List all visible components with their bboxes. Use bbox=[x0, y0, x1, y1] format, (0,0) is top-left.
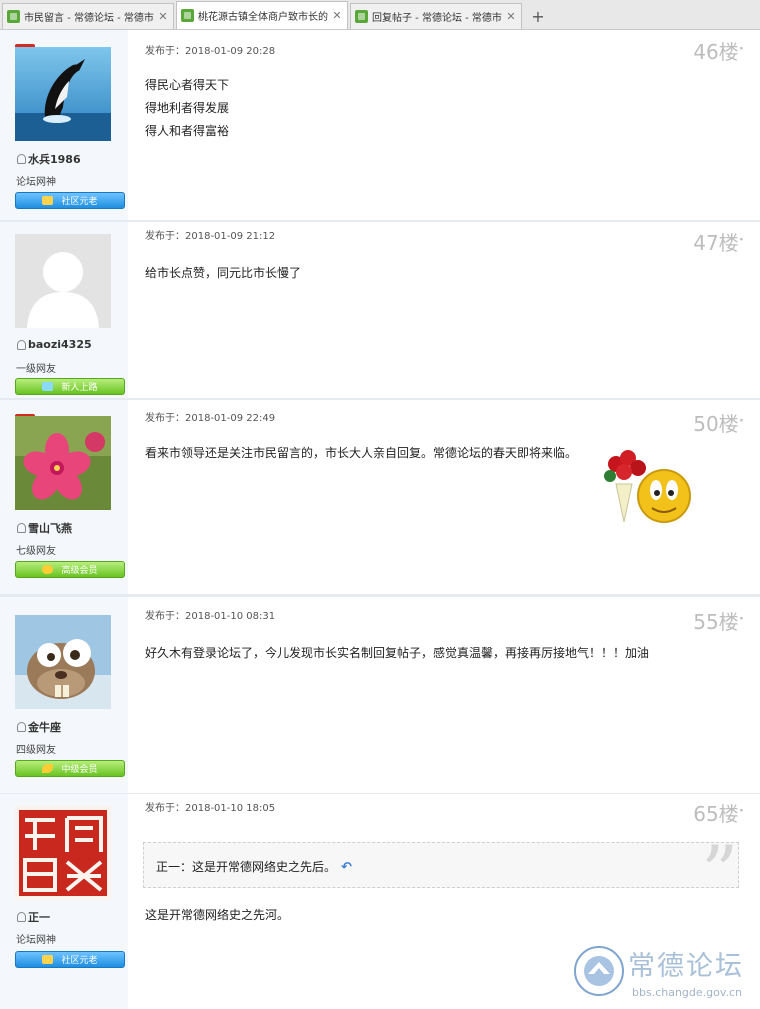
medal-badge: 社区元老 bbox=[15, 192, 125, 209]
close-icon[interactable]: ✕ bbox=[505, 10, 517, 23]
post-main: 发布于：2018-01-10 08:31 55楼• 好久木有登录论坛了，今儿发现… bbox=[128, 597, 760, 793]
post-line: 给市长点赞，同元比市长慢了 bbox=[145, 266, 302, 280]
post-line: 得民心者得天下 bbox=[145, 78, 230, 92]
forum-post: baozi4325 一级网友 新人上路 发布于：2018-01-09 21:12… bbox=[0, 222, 760, 398]
user-level: 四级网友 bbox=[16, 745, 56, 756]
tab-taohuayuan-post[interactable]: 桃花源古镇全体商户致市长的一封 ✕ bbox=[176, 1, 348, 29]
post-content: 好久木有登录论坛了，今儿发现市长实名制回复帖子，感觉真温馨，再接再厉接地气！！！… bbox=[145, 642, 649, 665]
quote-text: 正一：这是开常德网络史之先后。 ↶ bbox=[156, 860, 352, 875]
user-icon bbox=[17, 722, 26, 732]
user-icon bbox=[17, 912, 26, 922]
floor-number[interactable]: 65楼• bbox=[693, 798, 744, 827]
forum-post: 水兵1986 论坛网神 社区元老 发布于：2018-01-09 20:28 46… bbox=[0, 30, 760, 220]
post-line: 好久木有登录论坛了，今儿发现市长实名制回复帖子，感觉真温馨，再接再厉接地气！！！… bbox=[145, 646, 650, 660]
avatar[interactable] bbox=[15, 806, 111, 900]
post-content: 给市长点赞，同元比市长慢了 bbox=[145, 262, 301, 285]
user-info-sidebar: 水兵1986 论坛网神 社区元老 bbox=[0, 30, 129, 220]
new-tab-button[interactable]: + bbox=[526, 3, 550, 29]
gem-icon bbox=[42, 955, 54, 964]
quote-block: 正一：这是开常德网络史之先后。 ↶ ” bbox=[143, 836, 739, 908]
quote-mark-icon: ” bbox=[701, 830, 738, 914]
floor-number[interactable]: 46楼• bbox=[693, 36, 744, 65]
tab-title: 桃花源古镇全体商户致市长的一封 bbox=[198, 12, 328, 23]
post-content: 这是开常德网络史之先河。 bbox=[145, 904, 289, 927]
watermark-title: 常德论坛 bbox=[628, 951, 744, 982]
user-level: 论坛网神 bbox=[16, 935, 56, 946]
user-icon bbox=[17, 523, 26, 533]
tab-title: 市民留言 - 常德论坛 - 常德市 bbox=[24, 13, 154, 24]
post-line: 得人和者得富裕 bbox=[145, 124, 230, 138]
forum-post: 金牛座 四级网友 中级会员 发布于：2018-01-10 08:31 55楼• … bbox=[0, 597, 760, 793]
user-info-sidebar: 雪山飞燕 七级网友 高级会员 bbox=[0, 400, 129, 594]
avatar[interactable] bbox=[15, 47, 111, 141]
user-icon bbox=[17, 154, 26, 164]
username[interactable]: 正一 bbox=[17, 909, 50, 925]
post-line: 看来市领导还是关注市民留言的，市长大人亲自回复。常德论坛的春天即将来临。 bbox=[145, 446, 578, 460]
forum-post: 雪山飞燕 七级网友 高级会员 发布于：2018-01-09 22:49 50楼•… bbox=[0, 400, 760, 594]
post-line: 这是开常德网络史之先河。 bbox=[145, 908, 290, 922]
avatar[interactable] bbox=[15, 416, 111, 510]
medal-badge: 新人上路 bbox=[15, 378, 125, 395]
user-icon bbox=[17, 339, 26, 350]
post-time: 发布于：2018-01-10 08:31 bbox=[145, 611, 276, 622]
gem-icon bbox=[42, 196, 54, 205]
tab-reply-post[interactable]: 回复帖子 - 常德论坛 - 常德市 ✕ bbox=[350, 3, 522, 29]
moon-icon bbox=[42, 764, 54, 773]
forum-favicon-icon bbox=[181, 9, 194, 22]
user-info-sidebar: 金牛座 四级网友 中级会员 bbox=[0, 597, 129, 793]
forum-favicon-icon bbox=[355, 10, 368, 23]
reply-arrow-icon[interactable]: ↶ bbox=[341, 860, 352, 875]
user-info-sidebar: baozi4325 一级网友 新人上路 bbox=[0, 222, 129, 398]
close-icon[interactable]: ✕ bbox=[331, 9, 343, 22]
medal-badge: 中级会员 bbox=[15, 760, 125, 777]
post-time: 发布于：2018-01-09 20:28 bbox=[145, 46, 276, 57]
floor-number[interactable]: 47楼• bbox=[693, 227, 744, 256]
username[interactable]: 雪山飞燕 bbox=[17, 520, 72, 536]
username[interactable]: 水兵1986 bbox=[17, 151, 81, 167]
browser-tab-bar: 市民留言 - 常德论坛 - 常德市 ✕ 桃花源古镇全体商户致市长的一封 ✕ 回复… bbox=[0, 0, 760, 30]
floor-number[interactable]: 50楼• bbox=[693, 408, 744, 437]
username[interactable]: 金牛座 bbox=[17, 719, 61, 735]
medal-badge: 社区元老 bbox=[15, 951, 125, 968]
tab-city-messages[interactable]: 市民留言 - 常德论坛 - 常德市 ✕ bbox=[2, 3, 174, 29]
diamond-icon bbox=[42, 382, 54, 391]
post-main: 发布于：2018-01-09 20:28 46楼• 得民心者得天下 得地利者得发… bbox=[128, 30, 760, 220]
avatar[interactable] bbox=[15, 615, 111, 709]
tab-title: 回复帖子 - 常德论坛 - 常德市 bbox=[372, 13, 502, 24]
post-main: 发布于：2018-01-09 22:49 50楼• 看来市领导还是关注市民留言的… bbox=[128, 400, 760, 594]
floor-number[interactable]: 55楼• bbox=[693, 606, 744, 635]
forum-favicon-icon bbox=[7, 10, 20, 23]
user-info-sidebar: 正一 论坛网神 社区元老 bbox=[0, 794, 129, 1009]
close-icon[interactable]: ✕ bbox=[157, 10, 169, 23]
user-level: 七级网友 bbox=[16, 546, 56, 557]
post-content: 得民心者得天下 得地利者得发展 得人和者得富裕 bbox=[145, 74, 229, 143]
post-time: 发布于：2018-01-10 18:05 bbox=[145, 803, 276, 814]
post-line: 得地利者得发展 bbox=[145, 101, 230, 115]
avatar[interactable] bbox=[15, 234, 111, 328]
site-watermark: 常德论坛 bbs.changde.gov.cn bbox=[574, 944, 754, 1002]
user-level: 论坛网神 bbox=[16, 177, 56, 188]
flower-smiley-emoticon bbox=[602, 444, 694, 528]
post-main: 发布于：2018-01-09 21:12 47楼• 给市长点赞，同元比市长慢了 bbox=[128, 222, 760, 398]
medal-badge: 高级会员 bbox=[15, 561, 125, 578]
username[interactable]: baozi4325 bbox=[17, 338, 92, 351]
post-time: 发布于：2018-01-09 21:12 bbox=[145, 231, 276, 242]
smiley-icon bbox=[42, 565, 54, 574]
watermark-url: bbs.changde.gov.cn bbox=[632, 986, 743, 999]
post-content: 看来市领导还是关注市民留言的，市长大人亲自回复。常德论坛的春天即将来临。 bbox=[145, 442, 577, 465]
post-time: 发布于：2018-01-09 22:49 bbox=[145, 413, 276, 424]
user-level: 一级网友 bbox=[16, 364, 56, 375]
